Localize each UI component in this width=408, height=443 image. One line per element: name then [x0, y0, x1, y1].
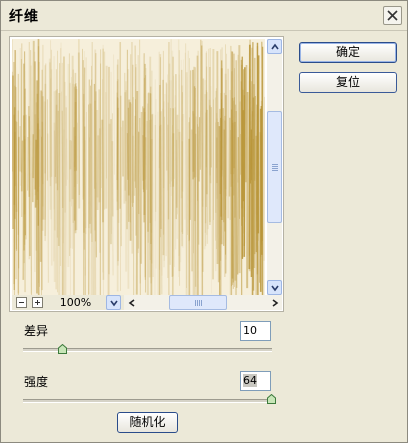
horizontal-scroll-thumb[interactable] — [169, 295, 227, 310]
scroll-up-button[interactable] — [267, 39, 282, 54]
arrow-up-icon — [271, 43, 279, 50]
close-button[interactable] — [383, 6, 402, 25]
arrow-down-icon — [271, 285, 279, 292]
preview-image[interactable] — [12, 39, 265, 295]
dialog-title: 纤维 — [9, 9, 39, 25]
plus-icon — [35, 300, 40, 305]
zoom-menu-button[interactable] — [106, 295, 121, 310]
variance-input[interactable]: 10 — [240, 321, 271, 341]
title-bar: 纤维 — [1, 1, 407, 31]
vertical-scrollbar[interactable] — [267, 39, 282, 295]
fiber-texture — [12, 39, 265, 295]
randomize-button[interactable]: 随机化 — [117, 412, 178, 433]
ok-button[interactable]: 确定 — [299, 42, 397, 63]
variance-label: 差异 — [24, 324, 49, 338]
chevron-down-icon — [110, 300, 118, 307]
close-icon — [387, 10, 398, 21]
scroll-right-button[interactable] — [267, 295, 282, 310]
strength-slider-track[interactable] — [23, 399, 272, 403]
arrow-left-icon — [128, 299, 135, 307]
reset-button[interactable]: 复位 — [299, 72, 397, 93]
arrow-right-icon — [272, 299, 279, 307]
strength-label: 强度 — [24, 375, 49, 389]
strength-value: 64 — [243, 374, 257, 387]
fibers-dialog: 纤维 100% 确定 复位 差异 10 强度 64 随机化 — [0, 0, 408, 443]
vertical-scroll-thumb[interactable] — [267, 111, 282, 223]
zoom-out-button[interactable] — [16, 297, 27, 308]
preview-panel: 100% — [9, 36, 284, 312]
zoom-level: 100% — [59, 296, 92, 309]
scroll-down-button[interactable] — [267, 280, 282, 295]
minus-icon — [19, 302, 24, 303]
preview-toolbar: 100% — [12, 295, 282, 310]
horizontal-scrollbar[interactable] — [124, 295, 282, 310]
variance-value: 10 — [243, 324, 257, 337]
scroll-left-button[interactable] — [124, 295, 139, 310]
variance-slider-thumb[interactable] — [58, 344, 68, 354]
zoom-in-button[interactable] — [32, 297, 43, 308]
strength-input[interactable]: 64 — [240, 371, 271, 391]
strength-slider-thumb[interactable] — [266, 394, 276, 404]
